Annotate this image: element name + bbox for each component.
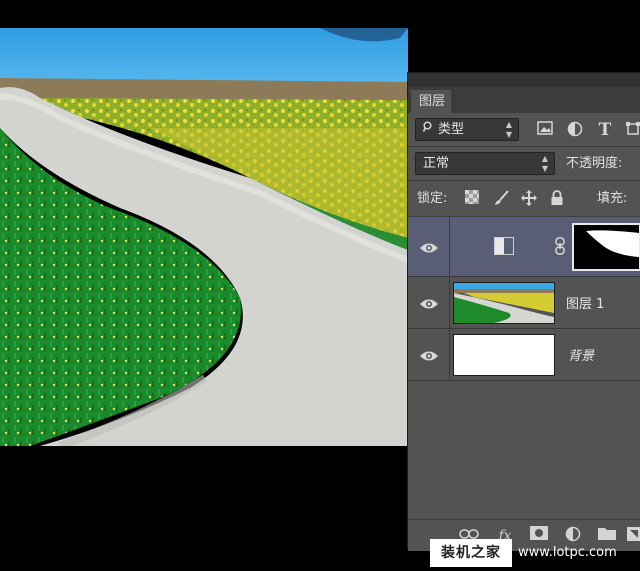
layer-filter-row: 类型 ▲ ▼ T: [408, 113, 640, 147]
adjustment-layer-icon: [494, 237, 514, 255]
layers-list-empty-area[interactable]: [408, 381, 640, 519]
tab-layers[interactable]: 图层: [411, 90, 451, 113]
dropdown-arrows-icon: ▲ ▼: [541, 154, 548, 173]
lock-position-icon[interactable]: [520, 190, 538, 208]
type-filter-icon[interactable]: T: [596, 121, 614, 139]
blend-mode-value: 正常: [423, 156, 450, 171]
search-icon: [422, 119, 435, 140]
layer-1-thumbnail: [453, 282, 555, 324]
adjustment-filter-icon[interactable]: [566, 121, 584, 139]
fill-label: 填充:: [597, 191, 628, 206]
landscape-photo: [0, 28, 408, 446]
layer-mask-thumbnail[interactable]: [572, 223, 640, 271]
background-thumbnail: [453, 334, 555, 376]
lock-label: 锁定:: [417, 191, 448, 206]
visibility-separator: [449, 217, 450, 276]
panel-title-bar[interactable]: [408, 73, 640, 87]
layer-row-layer-1[interactable]: 图层 1: [408, 277, 640, 329]
layer-name[interactable]: 图层 1: [566, 293, 604, 312]
image-filter-icon[interactable]: [536, 121, 554, 139]
blend-opacity-row: 正常 ▲ ▼ 不透明度:: [408, 147, 640, 181]
lock-fill-row: 锁定: 填充:: [408, 181, 640, 217]
layer-row-background[interactable]: 背景: [408, 329, 640, 381]
watermark-site-name: 装机之家: [430, 539, 512, 567]
site-watermark: 装机之家 www.lotpc.com: [430, 539, 638, 567]
eye-visibility-icon[interactable]: [419, 296, 439, 310]
lock-all-icon[interactable]: [548, 190, 566, 208]
opacity-label: 不透明度:: [566, 156, 623, 171]
layer-row-adjustment[interactable]: [408, 217, 640, 277]
layer-name[interactable]: 背景: [568, 345, 594, 364]
blend-mode-dropdown[interactable]: 正常 ▲ ▼: [415, 152, 555, 175]
shape-filter-icon[interactable]: [624, 121, 640, 139]
visibility-separator: [449, 329, 450, 380]
layers-panel: 图层 类型 ▲ ▼ T 正常 ▲ ▼ 不透明度: 锁定: 填充: 图层 1 背景…: [407, 72, 640, 551]
mask-link-chain-icon[interactable]: [554, 237, 566, 255]
filter-kind-value: 类型: [438, 122, 465, 137]
lock-image-pixels-icon[interactable]: [492, 190, 510, 208]
dropdown-arrows-icon: ▲ ▼: [505, 120, 512, 139]
eye-visibility-icon[interactable]: [419, 240, 439, 254]
panel-tab-row: 图层: [408, 87, 640, 113]
filter-kind-dropdown[interactable]: 类型 ▲ ▼: [415, 118, 519, 141]
eye-visibility-icon[interactable]: [419, 348, 439, 362]
document-canvas[interactable]: [0, 28, 408, 446]
visibility-separator: [449, 277, 450, 328]
watermark-url: www.lotpc.com: [518, 545, 617, 560]
lock-transparent-pixels-icon[interactable]: [463, 190, 481, 208]
